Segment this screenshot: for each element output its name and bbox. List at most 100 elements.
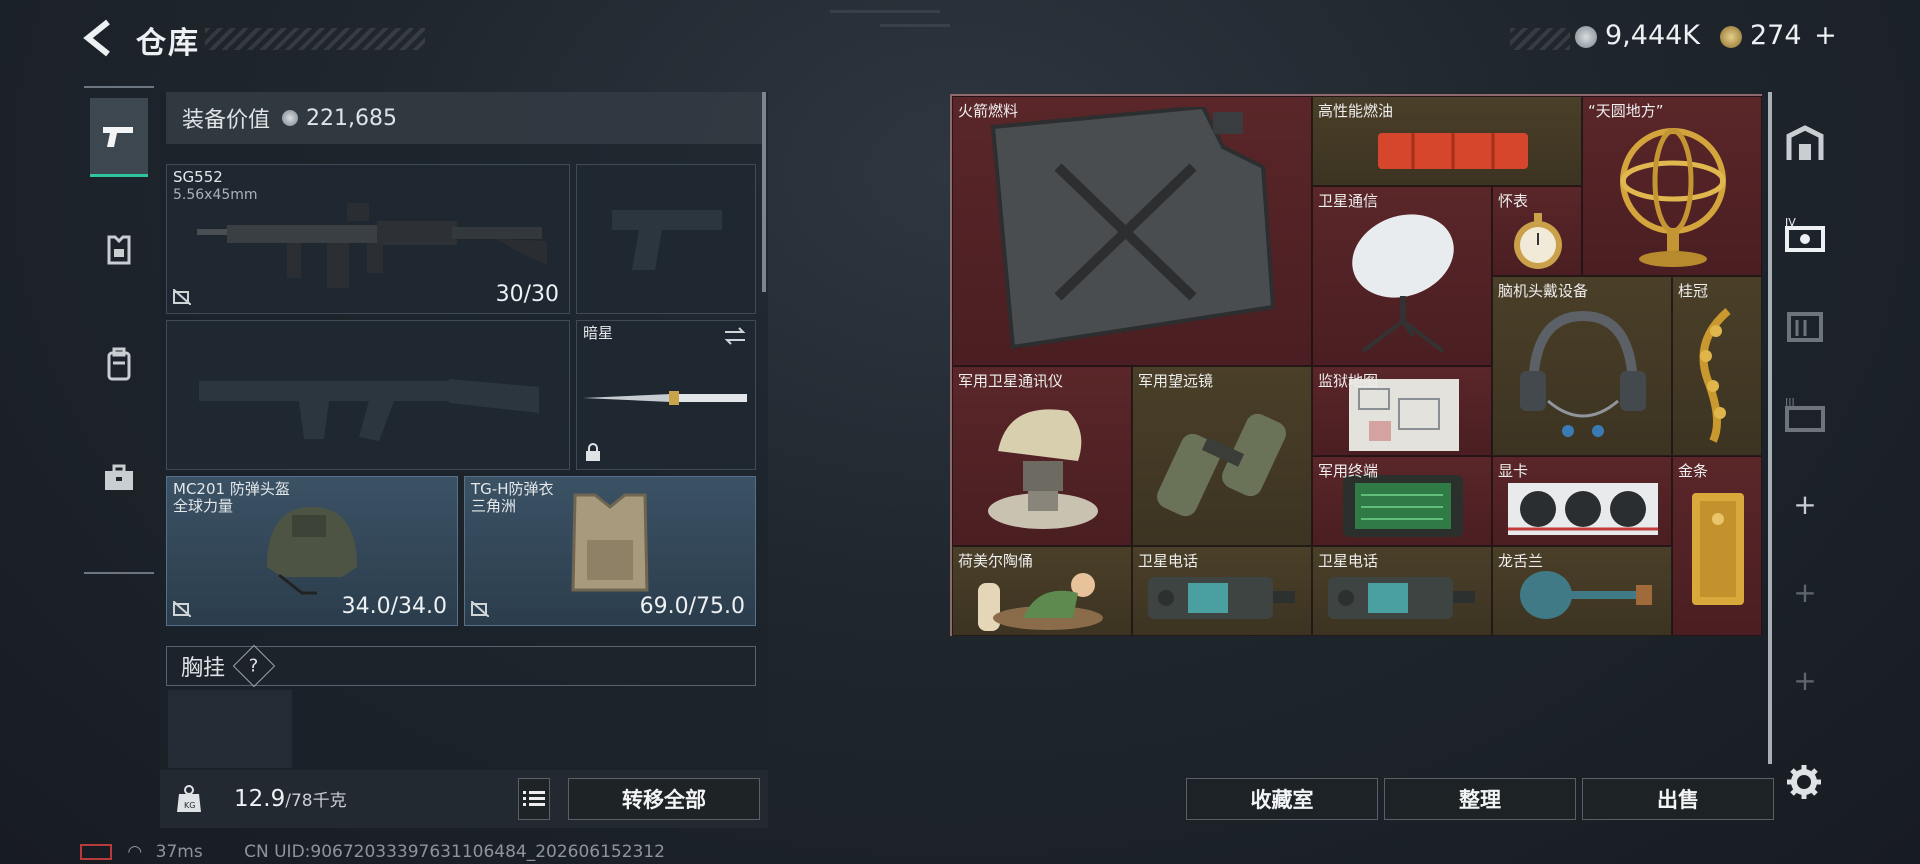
add-currency-button[interactable]: + (1814, 20, 1837, 51)
item-military-sat-comm[interactable]: 军用卫星通讯仪 (952, 366, 1132, 546)
nav-armor[interactable] (90, 212, 148, 288)
fuel-case-icon (1378, 133, 1528, 169)
add-storage-button-locked: + (1793, 575, 1817, 609)
currency-decoration (1510, 28, 1570, 50)
sat-phone-icon (1328, 577, 1475, 619)
storage-tabs: IV III + + + (1780, 94, 1832, 744)
page-title: 仓库 (136, 26, 200, 61)
back-button[interactable] (80, 18, 120, 58)
left-nav (84, 86, 154, 574)
item-military-terminal[interactable]: 军用终端 (1312, 456, 1492, 546)
armor-faction: 三角洲 (471, 497, 517, 515)
currency-primary: 9,444K (1575, 20, 1700, 51)
nav-backpack[interactable] (90, 326, 148, 402)
knife-icon (583, 391, 747, 405)
status-bar: ◠ 37ms CN UID:9067203339763110648​4_2026… (80, 842, 665, 862)
chest-rig-slot[interactable] (168, 690, 292, 768)
add-storage-button-locked: + (1793, 663, 1817, 697)
uid-text: CN UID:9067203339763110648​4_20260615231… (244, 842, 665, 862)
collection-room-button[interactable]: 收藏室 (1186, 778, 1378, 820)
helmet-icon (267, 507, 357, 595)
list-view-button[interactable] (518, 778, 550, 820)
item-hummel-figurine[interactable]: 荷美尔陶俑 (952, 546, 1132, 636)
chest-rig-label: 胸挂 (181, 656, 226, 681)
item-high-performance-fuel[interactable]: 高性能燃油 (1312, 96, 1582, 186)
nav-weapons[interactable] (90, 98, 148, 177)
vault-icon (1786, 125, 1824, 160)
item-pocket-watch[interactable]: 怀表 (1492, 186, 1582, 276)
headset-icon (1520, 310, 1646, 437)
tab-storage-3[interactable]: III (1780, 384, 1830, 444)
container-icon (1787, 312, 1823, 342)
wifi-icon: ◠ (127, 842, 143, 862)
item-prison-map[interactable]: 监狱地图 (1312, 366, 1492, 456)
item-armillary-sphere[interactable]: “天圆地方” (1582, 96, 1762, 276)
pistol-icon (103, 127, 133, 147)
helmet-faction: 全球力量 (173, 497, 234, 515)
item-satellite-comm[interactable]: 卫星通信 (1312, 186, 1492, 366)
item-label: “天圆地方” (1588, 102, 1664, 120)
item-tequila[interactable]: 龙舌兰 (1492, 546, 1672, 636)
item-laurel-crown[interactable]: 桂冠 (1672, 276, 1762, 456)
warehouse-scrollbar[interactable] (1768, 92, 1772, 764)
briefcase-icon (105, 464, 133, 490)
organize-button[interactable]: 整理 (1384, 778, 1576, 820)
weight-current: 12.9 (234, 786, 286, 812)
item-satellite-phone[interactable]: 卫星电话 (1132, 546, 1312, 636)
tab-storage-1[interactable] (1780, 114, 1830, 174)
sell-button[interactable]: 出售 (1582, 778, 1774, 820)
figurine-icon (978, 573, 1103, 631)
weapon-ammo-count: 30/30 (495, 282, 559, 307)
sat-phone-icon (1148, 577, 1295, 619)
item-gold-bar[interactable]: 金条 (1672, 456, 1762, 636)
item-bci-headset[interactable]: 脑机头戴设备 (1492, 276, 1672, 456)
bottle-icon (1520, 571, 1652, 619)
item-satellite-phone[interactable]: 卫星电话 (1312, 546, 1492, 636)
loadout-scrollbar[interactable] (762, 92, 766, 292)
pocket-watch-icon (1514, 213, 1562, 269)
item-label: 军用卫星通讯仪 (958, 372, 1064, 390)
no-insurance-icon (173, 289, 191, 305)
item-label: 卫星电话 (1138, 552, 1199, 570)
armor-icon (107, 235, 131, 265)
add-storage-button[interactable]: + (1780, 474, 1830, 534)
gold-bar-icon (1692, 493, 1744, 605)
melee-slot[interactable]: 暗星 (576, 320, 756, 470)
currency-secondary: 274 + (1720, 20, 1837, 51)
sidearm-slot[interactable] (576, 164, 756, 314)
weight-icon: KG (177, 785, 201, 812)
item-label: 怀表 (1498, 192, 1529, 210)
armor-durability: 69.0/75.0 (639, 594, 745, 619)
helmet-slot[interactable]: MC201 防弹头盔 全球力量 34.0/34.0 (166, 476, 458, 626)
tab-storage-2[interactable] (1780, 294, 1830, 354)
swap-icon[interactable] (723, 327, 747, 345)
primary-weapon-slot[interactable]: SG552 5.56x45mm 30/30 (166, 164, 570, 314)
item-rocket-fuel[interactable]: 火箭燃料 (952, 96, 1312, 366)
item-label: 军用望远镜 (1138, 372, 1214, 390)
help-button[interactable]: ? (232, 644, 276, 688)
item-label: 军用终端 (1318, 462, 1379, 480)
item-graphics-card[interactable]: 显卡 (1492, 456, 1672, 546)
armor-slot[interactable]: TG-H防弹衣 三角洲 69.0/75.0 (464, 476, 756, 626)
weight-max: /78千克 (285, 791, 347, 811)
nav-case[interactable] (90, 440, 148, 516)
rifle-icon (197, 203, 547, 288)
item-label: 显卡 (1498, 462, 1529, 480)
item-label: 监狱地图 (1318, 372, 1379, 390)
transfer-all-button[interactable]: 转移全部 (568, 778, 760, 820)
svg-text:KG: KG (184, 801, 195, 810)
ping-value: 37ms (155, 842, 203, 862)
graphics-card-icon (1508, 483, 1658, 535)
pistol-silhouette-icon (612, 210, 722, 270)
tab-storage-4[interactable]: IV (1780, 204, 1830, 264)
container-iv-icon: IV (1785, 216, 1825, 252)
item-military-binoculars[interactable]: 军用望远镜 (1132, 366, 1312, 546)
secondary-weapon-slot[interactable] (166, 320, 570, 470)
settings-button[interactable] (1786, 764, 1822, 800)
item-label: 金条 (1678, 462, 1709, 480)
terminal-icon (1343, 475, 1463, 537)
battery-icon (80, 844, 112, 860)
jerrycan-icon (990, 107, 1276, 350)
laurel-crown-icon (1699, 307, 1731, 443)
item-label: 卫星电话 (1318, 552, 1379, 570)
